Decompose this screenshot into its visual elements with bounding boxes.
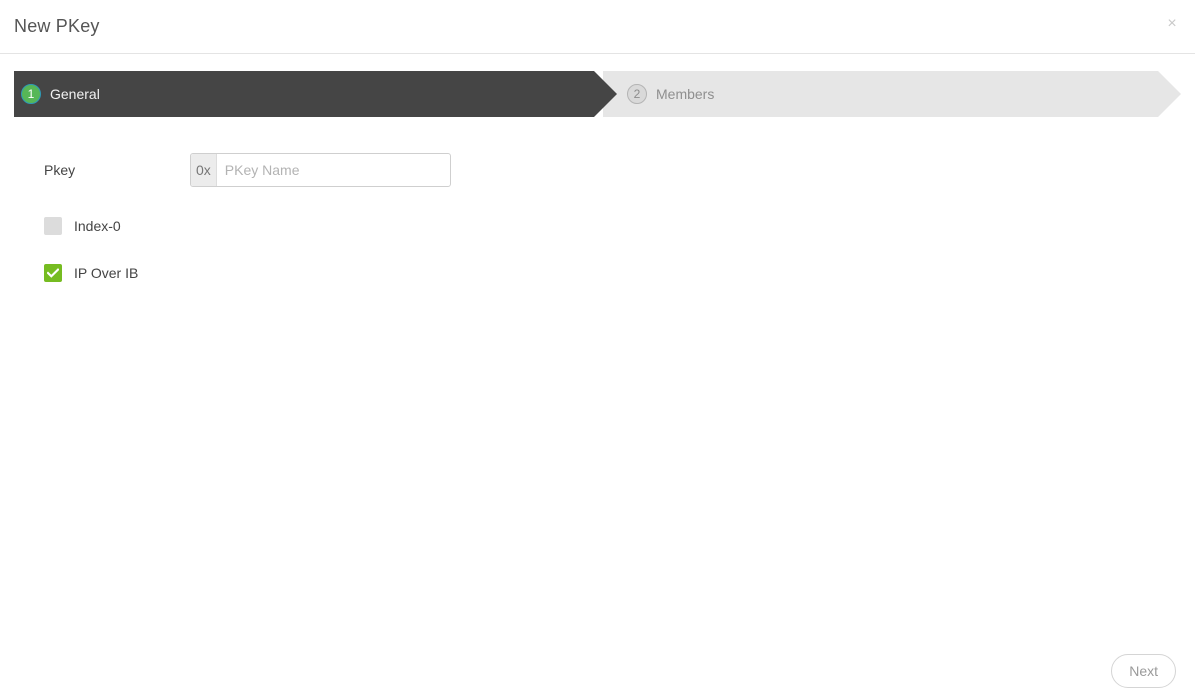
step-number-badge-1: 1 (21, 84, 41, 104)
pkey-field-row: Pkey 0x (0, 153, 1195, 187)
checkbox-index-0[interactable] (44, 217, 62, 235)
form-body: Pkey 0x Index-0 IP Over IB (0, 117, 1195, 644)
checkbox-ip-over-ib[interactable] (44, 264, 62, 282)
pkey-name-input[interactable] (216, 154, 450, 186)
pkey-input-group: 0x (190, 153, 451, 187)
close-icon[interactable]: × (1160, 12, 1184, 36)
step-number-badge-2: 2 (627, 84, 647, 104)
page-title: New PKey (14, 16, 100, 36)
wizard-step-label-members: Members (656, 86, 715, 102)
wizard-step-bar: 2 Members 1 General (14, 71, 1181, 117)
checkbox-row-index-0[interactable]: Index-0 (44, 217, 121, 235)
checkbox-row-ip-over-ib[interactable]: IP Over IB (44, 264, 138, 282)
pkey-label: Pkey (44, 162, 76, 178)
next-button[interactable]: Next (1111, 654, 1176, 688)
checkmark-icon (47, 268, 59, 278)
dialog-header: New PKey × (0, 0, 1195, 54)
wizard-step-general[interactable]: 1 General (14, 71, 617, 117)
wizard-step-members[interactable]: 2 Members (603, 71, 1181, 117)
checkbox-label-index-0: Index-0 (74, 218, 121, 234)
hex-prefix-addon: 0x (191, 154, 217, 186)
dialog-footer: Next (0, 644, 1195, 700)
checkbox-label-ip-over-ib: IP Over IB (74, 265, 139, 281)
wizard-step-label-general: General (50, 86, 100, 102)
